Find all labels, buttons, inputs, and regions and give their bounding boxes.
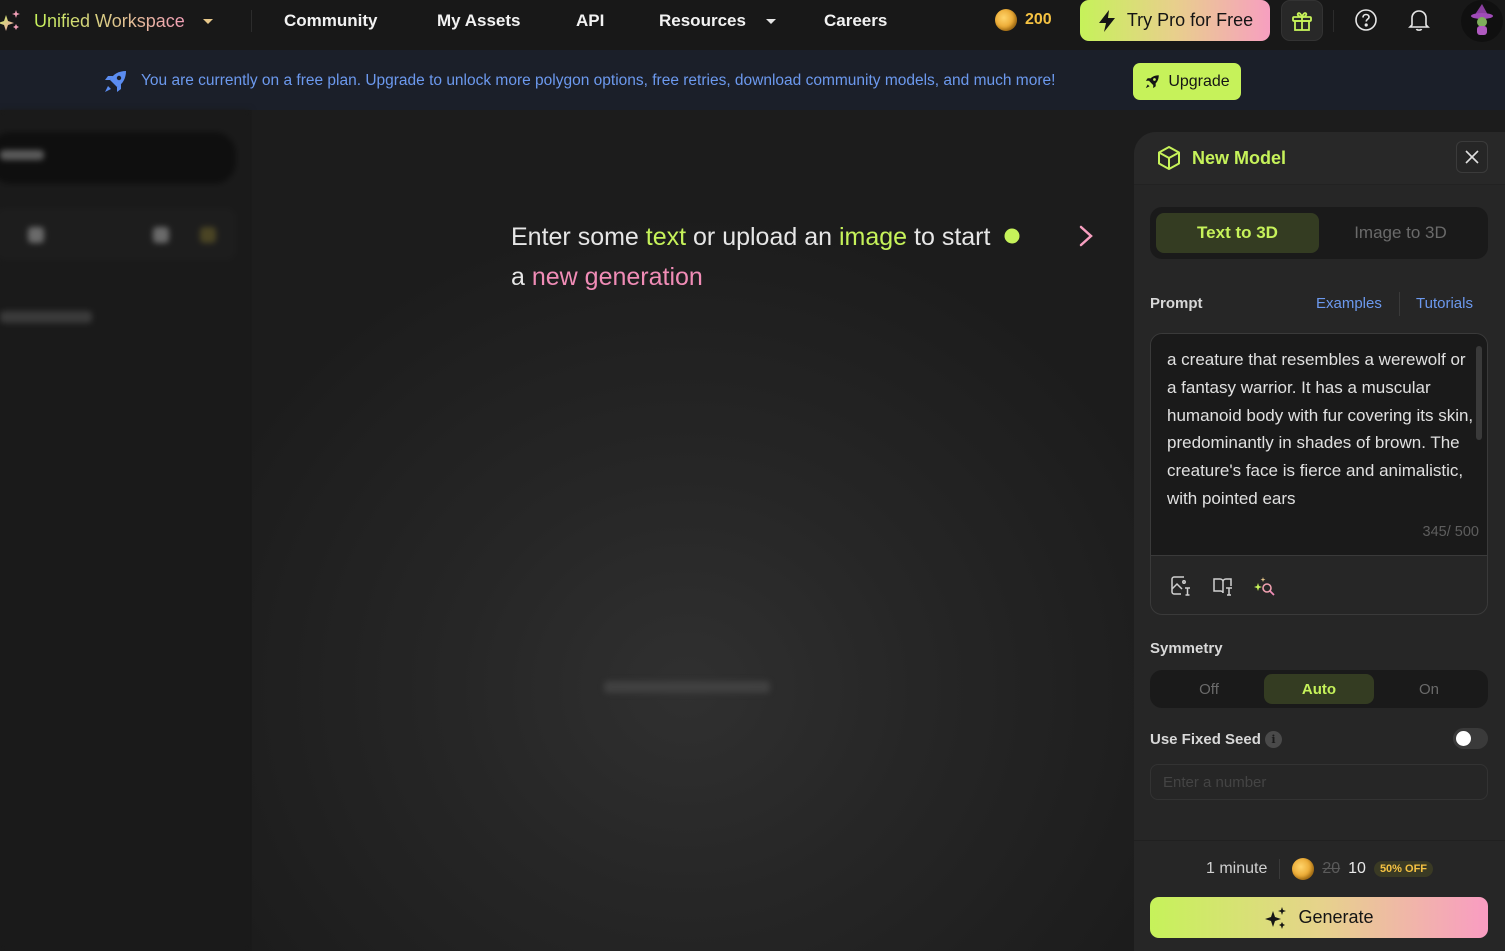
fixed-seed-label: Use Fixed Seed bbox=[1150, 731, 1261, 748]
magic-search-icon bbox=[1254, 577, 1275, 596]
hint-highlight-generation: new generation bbox=[531, 263, 703, 291]
avatar[interactable] bbox=[1461, 0, 1503, 42]
book-icon bbox=[1213, 578, 1232, 596]
rocket-icon bbox=[1146, 74, 1160, 88]
notifications-button[interactable] bbox=[1405, 6, 1433, 34]
prompt-label: Prompt bbox=[1150, 295, 1203, 312]
hint-text: or upload an bbox=[686, 223, 839, 251]
top-navigation-bar: Unified Workspace Community My Assets AP… bbox=[0, 0, 1505, 50]
sidebar-empty-text bbox=[0, 311, 92, 323]
nav-label: My Assets bbox=[437, 11, 521, 30]
bell-icon bbox=[1408, 10, 1430, 31]
divider bbox=[251, 10, 252, 32]
coin-icon bbox=[1292, 858, 1315, 880]
try-pro-button[interactable]: Try Pro for Free bbox=[1080, 0, 1270, 41]
divider bbox=[1279, 859, 1281, 879]
panel-header: New Model bbox=[1134, 132, 1505, 185]
credits-value: 200 bbox=[1025, 11, 1052, 28]
fixed-seed-toggle[interactable] bbox=[1453, 728, 1488, 749]
nav-community[interactable]: Community bbox=[284, 0, 378, 42]
prompt-box: a creature that resembles a werewolf or … bbox=[1150, 333, 1488, 615]
discounted-cost: 10 bbox=[1348, 860, 1366, 877]
history-sidebar bbox=[0, 110, 250, 951]
generation-cost-info: 1 minute 20 10 50% OFF bbox=[1134, 858, 1505, 880]
upgrade-label: Upgrade bbox=[1168, 72, 1230, 90]
avatar-image bbox=[1471, 4, 1493, 35]
char-counter: 345/ 500 bbox=[1422, 524, 1479, 540]
image-to-prompt-button[interactable] bbox=[1169, 574, 1193, 598]
seed-input[interactable] bbox=[1150, 764, 1488, 800]
info-icon[interactable]: i bbox=[1265, 731, 1282, 748]
help-icon bbox=[1355, 9, 1377, 31]
sidebar-tool-icon[interactable] bbox=[153, 227, 169, 243]
nav-label: Careers bbox=[824, 11, 888, 30]
generate-button[interactable]: Generate bbox=[1150, 897, 1488, 938]
discount-badge: 50% OFF bbox=[1373, 861, 1434, 877]
credits-balance[interactable]: 200 bbox=[995, 9, 1052, 31]
toggle-knob bbox=[1456, 731, 1471, 746]
examples-link[interactable]: Examples bbox=[1316, 295, 1382, 312]
try-pro-label: Try Pro for Free bbox=[1126, 10, 1254, 30]
banner-message: You are currently on a free plan. Upgrad… bbox=[141, 72, 1056, 89]
nav-label: API bbox=[576, 11, 605, 30]
upgrade-button[interactable]: Upgrade bbox=[1133, 63, 1241, 100]
canvas-placeholder-text bbox=[604, 681, 770, 693]
sidebar-tool-icon[interactable] bbox=[28, 227, 44, 243]
generate-label: Generate bbox=[1298, 907, 1374, 927]
nav-label: Community bbox=[284, 11, 378, 30]
tab-image-to-3d[interactable]: Image to 3D bbox=[1319, 213, 1482, 253]
canvas-hint: Enter some text or upload an image to st… bbox=[511, 217, 991, 297]
help-button[interactable] bbox=[1352, 6, 1380, 34]
nav-api[interactable]: API bbox=[576, 0, 604, 42]
new-model-panel: New Model Text to 3D Image to 3D Prompt … bbox=[1134, 132, 1505, 951]
chevron-down-icon bbox=[202, 18, 213, 24]
lightning-icon bbox=[1098, 9, 1115, 32]
workspace-label: Unified Workspace bbox=[34, 10, 185, 31]
panel-title: New Model bbox=[1192, 148, 1287, 168]
symmetry-auto[interactable]: Auto bbox=[1264, 674, 1374, 704]
divider bbox=[1134, 840, 1505, 841]
prompt-text: a creature that resembles a werewolf or … bbox=[1167, 350, 1474, 508]
symmetry-selector: Off Auto On bbox=[1150, 670, 1488, 708]
symmetry-off[interactable]: Off bbox=[1154, 674, 1264, 704]
mode-tabs: Text to 3D Image to 3D bbox=[1150, 207, 1488, 259]
symmetry-on[interactable]: On bbox=[1374, 674, 1484, 704]
prompt-library-button[interactable] bbox=[1211, 574, 1235, 598]
image-text-icon bbox=[1171, 576, 1190, 596]
nav-resources[interactable]: Resources bbox=[659, 0, 776, 42]
enhance-prompt-button[interactable] bbox=[1253, 574, 1277, 598]
nav-my-assets[interactable]: My Assets bbox=[437, 0, 520, 42]
tab-text-to-3d[interactable]: Text to 3D bbox=[1156, 213, 1319, 253]
nav-label: Resources bbox=[659, 11, 746, 30]
prompt-textarea[interactable]: a creature that resembles a werewolf or … bbox=[1151, 334, 1487, 556]
gift-icon bbox=[1292, 11, 1312, 31]
gift-button[interactable] bbox=[1281, 0, 1323, 41]
symmetry-label: Symmetry bbox=[1150, 640, 1223, 657]
workspace-switcher[interactable]: Unified Workspace bbox=[0, 0, 213, 42]
sidebar-tool-icon[interactable] bbox=[200, 227, 216, 243]
time-estimate: 1 minute bbox=[1205, 860, 1268, 877]
hint-highlight-image: image bbox=[838, 223, 908, 251]
arrow-right-icon bbox=[1004, 225, 1093, 247]
hint-text: Enter some bbox=[511, 223, 646, 251]
hint-highlight-text: text bbox=[645, 223, 687, 251]
divider bbox=[1399, 292, 1400, 316]
scrollbar-thumb[interactable] bbox=[1476, 346, 1482, 440]
rocket-icon bbox=[105, 71, 126, 92]
chevron-down-icon bbox=[765, 18, 776, 24]
sidebar-search-placeholder bbox=[0, 150, 44, 160]
divider bbox=[1333, 10, 1334, 32]
original-cost: 20 bbox=[1322, 860, 1341, 877]
close-button[interactable] bbox=[1456, 141, 1488, 173]
nav-careers[interactable]: Careers bbox=[824, 0, 887, 42]
tutorials-link[interactable]: Tutorials bbox=[1416, 295, 1473, 312]
sparkle-icon bbox=[0, 10, 20, 31]
cube-icon bbox=[1158, 146, 1180, 170]
sparkles-icon bbox=[1265, 906, 1287, 929]
close-icon bbox=[1465, 150, 1479, 164]
coin-icon bbox=[995, 9, 1017, 31]
